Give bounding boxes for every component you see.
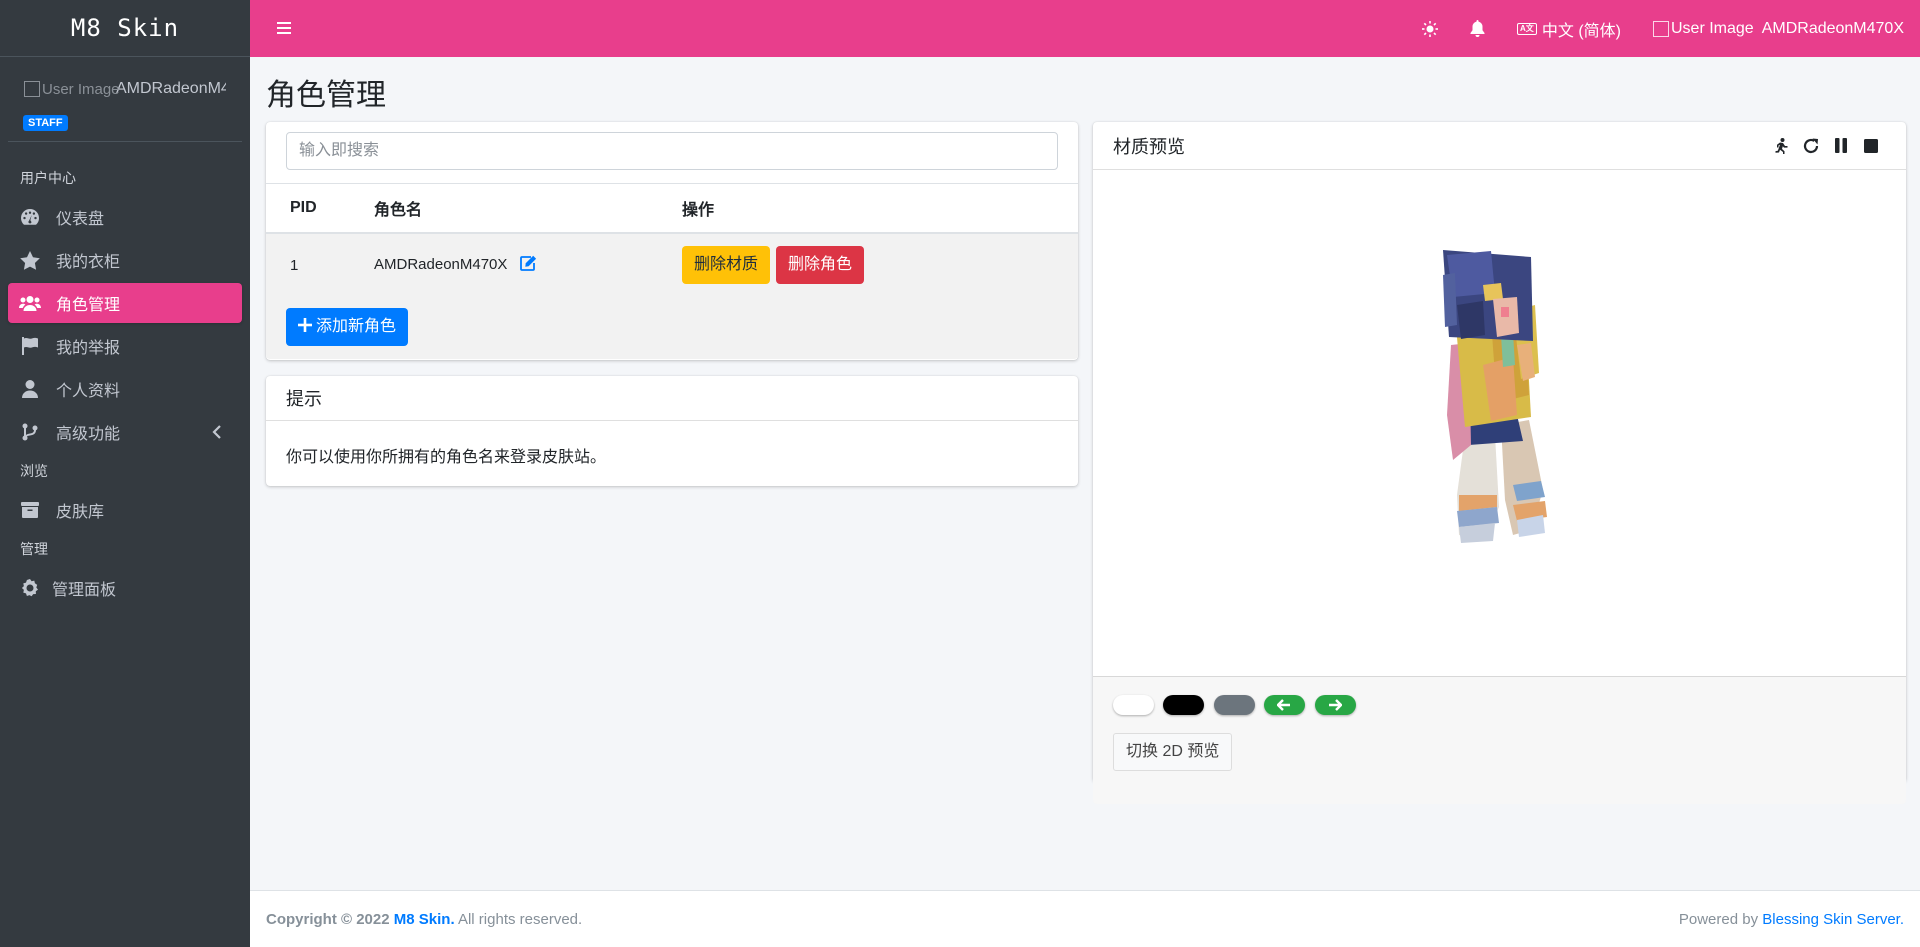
skin-model-figure (1443, 250, 1547, 543)
sidebar-user-name[interactable]: AMDRadeonM470X (116, 80, 226, 98)
copyright: Copyright © 2022 M8 Skin. All rights res… (266, 910, 583, 928)
stop-icon[interactable] (1856, 138, 1886, 153)
tips-body: 你可以使用你所拥有的角色名来登录皮肤站。 (286, 449, 607, 466)
language-label: 中文 (简体) (1541, 22, 1621, 40)
sidebar-item-advanced[interactable]: 高级功能 (8, 412, 242, 452)
sidebar-item-label: 角色管理 (56, 297, 121, 314)
sidebar-item-skinlib[interactable]: 皮肤库 (8, 490, 242, 530)
sidebar-item-label: 我的举报 (56, 340, 121, 357)
engine-link[interactable]: Blessing Skin Server. (1762, 911, 1904, 928)
top-navbar: A文 中文 (简体) User Image AMDRadeonM470X (250, 0, 1920, 57)
tips-title: 提示 (266, 376, 1078, 421)
sidebar-item-label: 管理面板 (52, 582, 117, 599)
nav-header-browse: 浏览 (20, 463, 48, 479)
user-icon (18, 379, 42, 399)
flag-icon (18, 336, 42, 356)
theme-toggle[interactable] (1406, 0, 1454, 57)
sun-icon (1421, 20, 1438, 37)
staff-badge: STAFF (23, 115, 68, 131)
plus-icon (298, 318, 312, 332)
sidebar-item-label: 我的衣柜 (56, 254, 121, 271)
sidebar-item-label: 仪表盘 (56, 211, 105, 228)
players-table: PID 角色名 操作 1 AMDRadeonM470X 删除材质 删除角色 (266, 184, 1078, 296)
page-title: 角色管理 (266, 79, 386, 112)
chevron-left-icon[interactable] (212, 424, 222, 440)
preview-card: 材质预览 切换 2D 预览 (1093, 122, 1906, 804)
top-user-name: AMDRadeonM470X (1761, 19, 1904, 37)
arrow-right-icon (1328, 699, 1342, 711)
skin-3d-viewer[interactable] (1093, 170, 1906, 676)
sidebar-item-reports[interactable]: 我的举报 (8, 326, 242, 366)
archive-icon (18, 500, 42, 520)
pause-icon[interactable] (1826, 138, 1856, 153)
column-header-name: 角色名 (350, 184, 658, 234)
preview-title: 材质预览 (1113, 136, 1185, 157)
sidebar-item-label: 高级功能 (56, 426, 121, 443)
page-footer: Copyright © 2022 M8 Skin. All rights res… (250, 890, 1920, 947)
language-selector[interactable]: A文 中文 (简体) (1501, 0, 1637, 57)
add-player-button[interactable]: 添加新角色 (286, 308, 409, 346)
player-actions-cell: 删除材质 删除角色 (658, 232, 1078, 296)
column-header-pid: PID (266, 184, 350, 234)
player-name-cell: AMDRadeonM470X (350, 232, 658, 296)
site-link[interactable]: M8 Skin. (394, 911, 455, 928)
powered-by: Powered by Blessing Skin Server. (1678, 910, 1904, 928)
player-name: AMDRadeonM470X (374, 256, 508, 273)
nav-header-user-center: 用户中心 (20, 170, 76, 186)
delete-texture-button[interactable]: 删除材质 (682, 246, 771, 284)
run-icon[interactable] (1766, 137, 1796, 154)
users-icon (18, 293, 42, 313)
delete-player-button[interactable]: 删除角色 (776, 246, 865, 284)
sidebar-item-dashboard[interactable]: 仪表盘 (8, 197, 242, 237)
column-header-actions: 操作 (658, 184, 1078, 234)
arrow-left-icon (1277, 699, 1291, 711)
bell-icon (1470, 20, 1485, 37)
edit-icon[interactable] (519, 255, 537, 275)
reset-icon[interactable] (1796, 138, 1826, 154)
next-background-button[interactable] (1314, 695, 1356, 715)
sidebar: M8 Skin User Image AMDRadeonM470X STAFF … (0, 0, 250, 947)
sidebar-item-label: 皮肤库 (56, 504, 105, 521)
sidebar-item-profile[interactable]: 个人资料 (8, 369, 242, 409)
user-panel: User Image AMDRadeonM470X STAFF (8, 57, 242, 142)
prev-background-button[interactable] (1264, 695, 1306, 715)
gear-icon (18, 578, 42, 598)
language-icon: A文 (1516, 22, 1537, 35)
preview-controls: 切换 2D 预览 (1093, 676, 1906, 804)
sidebar-item-closet[interactable]: 我的衣柜 (8, 240, 242, 280)
nav-header-admin: 管理 (20, 541, 48, 557)
brand-logo[interactable]: M8 Skin (0, 0, 250, 57)
menu-toggle-icon[interactable] (276, 20, 292, 36)
bg-black-button[interactable] (1163, 695, 1205, 715)
sidebar-item-label: 个人资料 (56, 383, 121, 400)
code-branch-icon (18, 422, 42, 442)
tips-card: 提示 你可以使用你所拥有的角色名来登录皮肤站。 (266, 376, 1078, 486)
star-icon (18, 250, 42, 270)
avatar: User Image (1653, 20, 1754, 38)
sidebar-item-admin-panel[interactable]: 管理面板 (8, 568, 242, 608)
dashboard-icon (18, 207, 42, 227)
bg-gray-button[interactable] (1213, 695, 1255, 715)
player-pid: 1 (266, 232, 350, 296)
players-card: PID 角色名 操作 1 AMDRadeonM470X 删除材质删除角色 (266, 122, 1078, 360)
search-input[interactable] (286, 132, 1058, 170)
user-menu[interactable]: User Image AMDRadeonM470X (1637, 0, 1920, 57)
switch-2d-preview-button[interactable]: 切换 2D 预览 (1113, 733, 1233, 771)
notifications-button[interactable] (1454, 0, 1501, 57)
sidebar-item-players[interactable]: 角色管理 (8, 283, 242, 323)
bg-white-button[interactable] (1113, 695, 1154, 715)
table-row: 1 AMDRadeonM470X 删除材质 删除角色 (266, 232, 1078, 296)
avatar[interactable]: User Image (24, 80, 120, 98)
